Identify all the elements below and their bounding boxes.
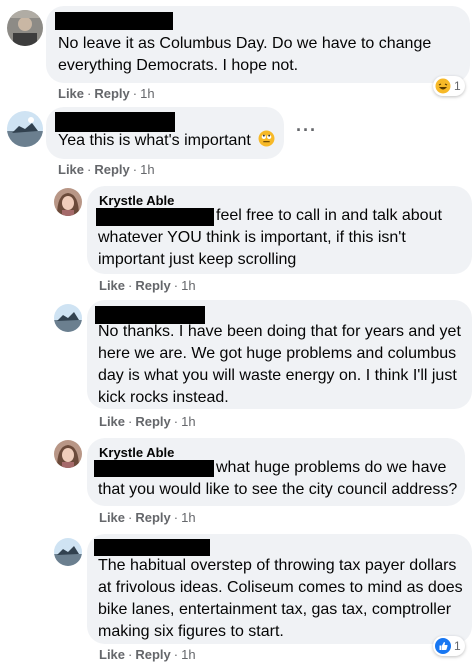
like-button[interactable]: Like <box>99 510 125 525</box>
comment-text: kick rocks instead. <box>98 389 229 406</box>
redacted-name <box>94 539 210 556</box>
comment-actions: Like · Reply · 1h <box>58 162 155 177</box>
comment-text: bike lanes, entertainment tax, gas tax, … <box>98 601 452 618</box>
redacted-name <box>55 112 175 132</box>
reaction-number: 1 <box>454 79 461 93</box>
reaction-number: 1 <box>454 639 461 653</box>
comment-text: whatever YOU think is important, if this… <box>98 229 406 246</box>
comment-text: that you would like to see the city coun… <box>98 481 458 498</box>
reply-button[interactable]: Reply <box>135 414 170 429</box>
timestamp[interactable]: 1h <box>181 278 195 293</box>
like-icon <box>435 638 451 654</box>
redacted-name <box>55 12 173 30</box>
reaction-count[interactable]: 1 <box>433 636 465 656</box>
comment-actions: Like · Reply · 1h <box>99 278 196 293</box>
comment-text: what huge problems do we have <box>216 459 447 476</box>
krystle-avatar[interactable] <box>54 440 82 468</box>
reaction-count[interactable]: 1 <box>433 76 465 96</box>
more-options-button[interactable]: ··· <box>296 120 317 141</box>
reply-button[interactable]: Reply <box>94 162 129 177</box>
timestamp[interactable]: 1h <box>140 162 154 177</box>
redacted-mention <box>96 208 214 226</box>
timestamp[interactable]: 1h <box>140 86 154 101</box>
comment-text: No thanks. I have been doing that for ye… <box>98 323 461 340</box>
commenter-avatar[interactable] <box>7 111 43 147</box>
timestamp[interactable]: 1h <box>181 647 195 662</box>
comment-text: The habitual overstep of throwing tax pa… <box>98 557 457 574</box>
comment-text: day is what you will waste energy on. I … <box>98 367 457 384</box>
redacted-mention <box>94 460 214 477</box>
comment-actions: Like · Reply · 1h <box>99 647 196 662</box>
krystle-avatar[interactable] <box>54 188 82 216</box>
comment-text: at frivolous ideas. Coliseum comes to mi… <box>98 579 463 596</box>
rolling-eyes-emoji-icon <box>258 130 275 147</box>
author-name[interactable]: Krystle Able <box>99 445 174 460</box>
like-button[interactable]: Like <box>58 162 84 177</box>
like-button[interactable]: Like <box>99 278 125 293</box>
like-button[interactable]: Like <box>99 647 125 662</box>
comment-text: important just keep scrolling <box>98 251 297 268</box>
like-button[interactable]: Like <box>99 414 125 429</box>
comment-text: feel free to call in and talk about <box>216 207 442 224</box>
reply-button[interactable]: Reply <box>135 647 170 662</box>
comment-text: making six figures to start. <box>98 623 284 640</box>
comment-actions: Like · Reply · 1h <box>99 414 196 429</box>
timestamp[interactable]: 1h <box>181 510 195 525</box>
comment-actions: Like · Reply · 1h <box>99 510 196 525</box>
comment-text: everything Democrats. I hope not. <box>58 57 299 74</box>
commenter-avatar[interactable] <box>54 538 82 566</box>
reply-button[interactable]: Reply <box>135 510 170 525</box>
reply-button[interactable]: Reply <box>94 86 129 101</box>
commenter-avatar[interactable] <box>7 10 43 46</box>
comment-text: Yea this is what's important <box>58 130 275 153</box>
timestamp[interactable]: 1h <box>181 414 195 429</box>
haha-emoji-icon <box>435 78 451 94</box>
comment-text: here we are. We got huge problems and co… <box>98 345 457 362</box>
like-button[interactable]: Like <box>58 86 84 101</box>
author-name[interactable]: Krystle Able <box>99 193 174 208</box>
reply-button[interactable]: Reply <box>135 278 170 293</box>
comment-text: No leave it as Columbus Day. Do we have … <box>58 35 432 52</box>
comment-actions: Like · Reply · 1h <box>58 86 155 101</box>
commenter-avatar[interactable] <box>54 304 82 332</box>
